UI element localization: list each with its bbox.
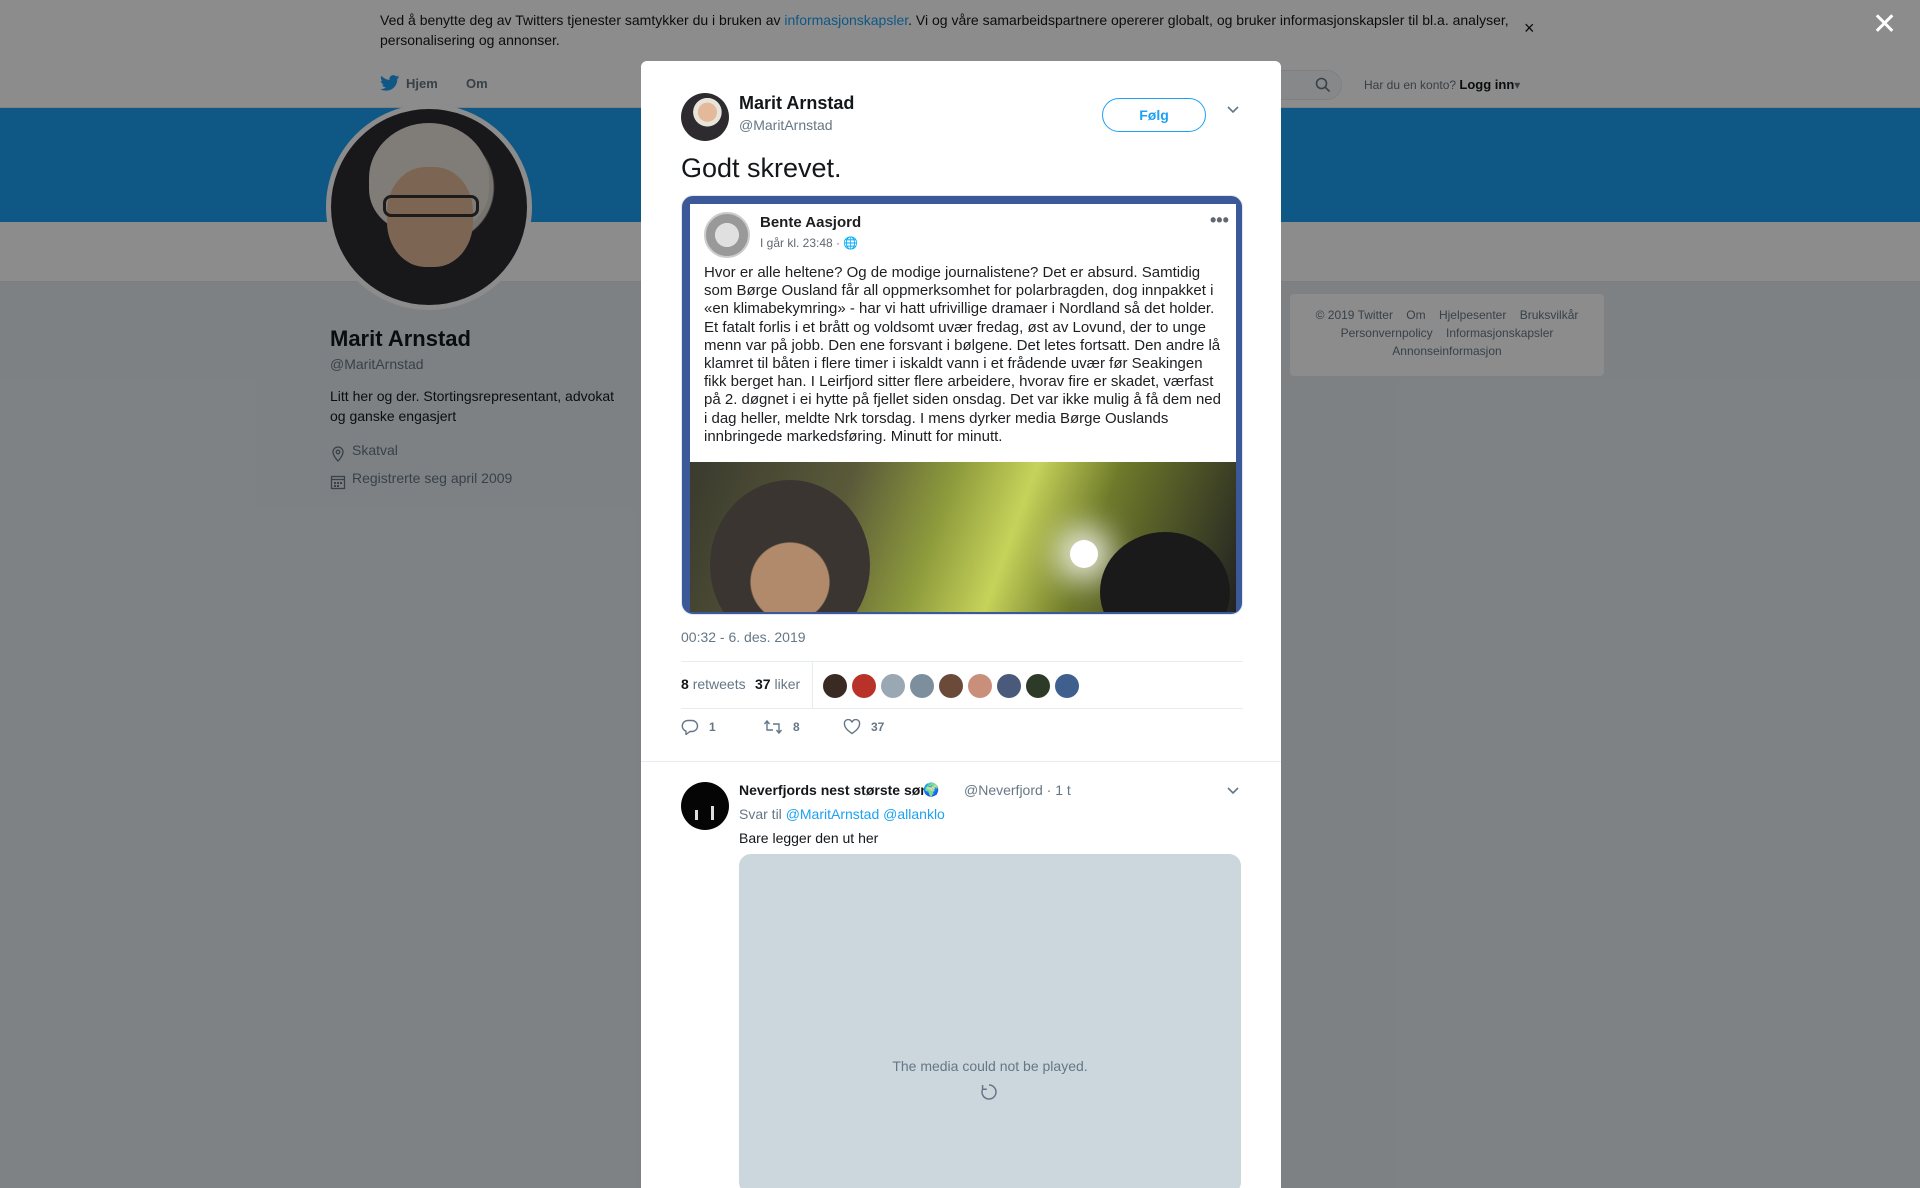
- reply-button[interactable]: 1: [681, 719, 716, 735]
- liker-avatar[interactable]: [939, 674, 963, 698]
- liker-avatar[interactable]: [1026, 674, 1050, 698]
- retweet-count: 8: [793, 720, 800, 734]
- tweet-author-name[interactable]: Marit Arnstad: [739, 93, 854, 114]
- tweet-text: Godt skrevet.: [681, 153, 842, 183]
- tweet-author-handle[interactable]: @MaritArnstad: [739, 117, 833, 133]
- fb-author-avatar: [704, 212, 750, 258]
- follow-button[interactable]: Følg: [1102, 98, 1206, 132]
- liker-avatar[interactable]: [910, 674, 934, 698]
- liker-avatar[interactable]: [852, 674, 876, 698]
- avatar-figure-1: [695, 810, 698, 820]
- reply-author-name[interactable]: Neverfjords nest største sønn: [739, 782, 937, 798]
- reply-count: 1: [709, 720, 716, 734]
- globe-icon: 🌍: [923, 782, 940, 797]
- more-icon: •••: [1210, 210, 1229, 230]
- fb-post-time: I går kl. 23:48 · 🌐: [760, 236, 859, 250]
- close-icon[interactable]: ✕: [1872, 10, 1897, 40]
- stats-divider: [812, 662, 813, 708]
- reply-text: Bare legger den ut her: [739, 830, 879, 846]
- reply-context: Svar til @MaritArnstad @allanklo: [739, 806, 945, 822]
- tweet-modal: Marit Arnstad @MaritArnstad Følg Godt sk…: [641, 61, 1281, 1188]
- reply-author-handle[interactable]: @Neverfjord · 1 t: [964, 782, 1071, 798]
- liker-avatar[interactable]: [881, 674, 905, 698]
- like-button[interactable]: 37: [843, 719, 884, 735]
- reply-video[interactable]: The media could not be played.: [739, 854, 1241, 1188]
- retweets-count: 8: [681, 676, 689, 692]
- photo-person-right: [1100, 532, 1230, 612]
- heart-icon: [843, 719, 861, 735]
- chevron-down-icon[interactable]: [1226, 786, 1240, 796]
- reply-icon: [681, 719, 699, 735]
- fb-post-photo: [690, 462, 1236, 612]
- tweet-actions: 1 8 37: [681, 719, 981, 745]
- chevron-down-icon[interactable]: [1226, 105, 1240, 115]
- likes-label: liker: [774, 676, 801, 692]
- liker-avatar[interactable]: [1055, 674, 1079, 698]
- like-count: 37: [871, 720, 885, 734]
- liker-avatars: [823, 674, 1084, 698]
- retweet-button[interactable]: 8: [763, 719, 800, 735]
- facebook-post-screenshot: Bente Aasjord I går kl. 23:48 · 🌐 ••• Hv…: [690, 204, 1236, 612]
- reply-to-links[interactable]: @MaritArnstad @allanklo: [786, 806, 945, 822]
- avatar-figure-2: [711, 806, 714, 820]
- photo-headlamp: [1070, 540, 1098, 568]
- likes-stat[interactable]: 37 liker: [755, 676, 800, 692]
- tweet-stats: 8 retweets 37 liker: [681, 661, 1243, 709]
- liker-avatar[interactable]: [968, 674, 992, 698]
- tweet-author-avatar[interactable]: [681, 93, 729, 141]
- photo-person-left: [710, 480, 870, 612]
- liker-avatar[interactable]: [823, 674, 847, 698]
- tweet-timestamp[interactable]: 00:32 - 6. des. 2019: [681, 629, 806, 645]
- reply-prefix: Svar til: [739, 806, 782, 822]
- reply-author-avatar[interactable]: [681, 782, 729, 830]
- reply-tweet: Neverfjords nest største sønn 🌍 @Neverfj…: [641, 761, 1281, 1188]
- tweet-image[interactable]: Bente Aasjord I går kl. 23:48 · 🌐 ••• Hv…: [681, 195, 1243, 615]
- fb-author-name: Bente Aasjord: [760, 214, 862, 231]
- likes-count: 37: [755, 676, 771, 692]
- retweets-label: retweets: [692, 676, 746, 692]
- media-error-message: The media could not be played.: [892, 1058, 1088, 1074]
- liker-avatar[interactable]: [997, 674, 1021, 698]
- retweets-stat[interactable]: 8 retweets: [681, 676, 746, 692]
- fb-post-text: Hvor er alle heltene? Og de modige journ…: [704, 264, 1221, 445]
- retweet-icon: [763, 719, 783, 735]
- reload-icon[interactable]: [979, 1082, 999, 1102]
